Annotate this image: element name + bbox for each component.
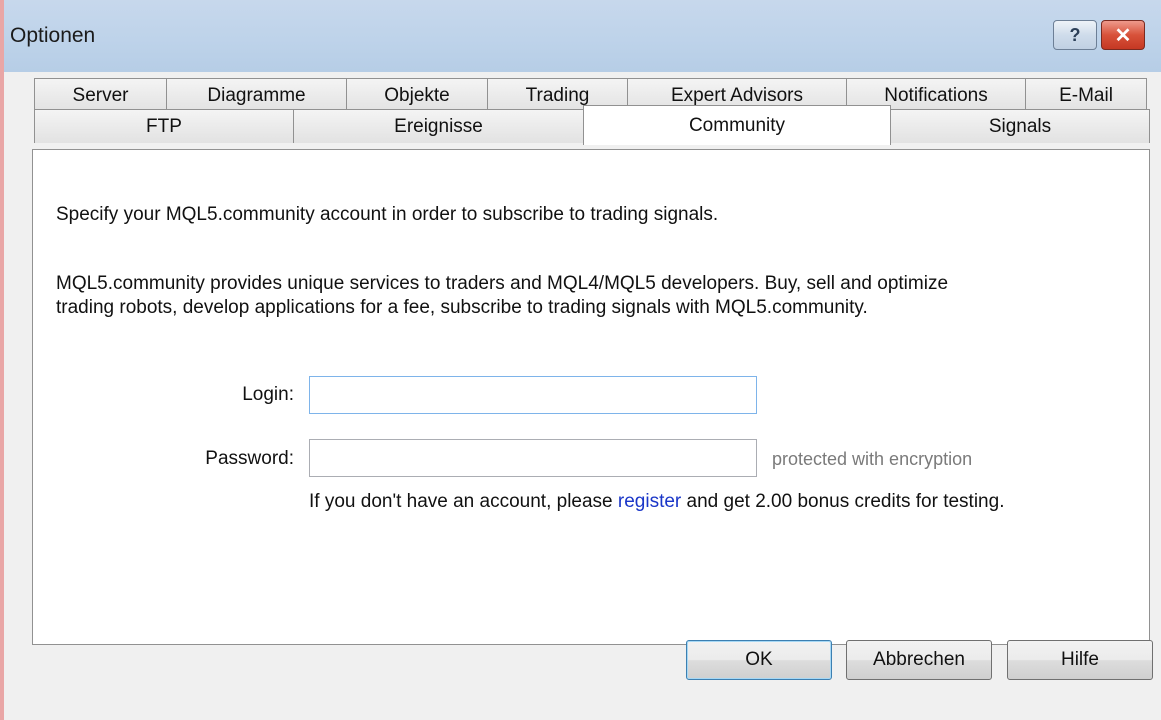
password-label: Password: — [205, 448, 294, 469]
tab-email[interactable]: E-Mail — [1025, 78, 1147, 112]
login-input[interactable] — [309, 376, 757, 414]
register-suffix: and get 2.00 bonus credits for testing. — [681, 491, 1005, 512]
close-button[interactable]: ✕ — [1101, 20, 1145, 50]
tab-server[interactable]: Server — [34, 78, 167, 112]
tab-row-2: FTP Ereignisse Community Signals — [34, 105, 1150, 145]
title-bar[interactable]: Optionen ? ✕ — [4, 0, 1161, 72]
register-prefix: If you don't have an account, please — [309, 491, 618, 512]
cancel-button[interactable]: Abbrechen — [846, 640, 992, 680]
login-label: Login: — [242, 384, 294, 405]
tab-objekte[interactable]: Objekte — [346, 78, 488, 112]
dialog-client-area: Server Diagramme Objekte Trading Expert … — [4, 72, 1161, 720]
help-title-button[interactable]: ? — [1053, 20, 1097, 50]
ok-button[interactable]: OK — [686, 640, 832, 680]
help-icon: ? — [1069, 24, 1081, 45]
tab-ftp[interactable]: FTP — [34, 109, 294, 143]
help-button[interactable]: Hilfe — [1007, 640, 1153, 680]
password-hint: protected with encryption — [772, 449, 973, 469]
password-input[interactable] — [309, 439, 757, 477]
window-title: Optionen — [10, 24, 96, 47]
description-line-2: trading robots, develop applications for… — [56, 297, 868, 318]
register-note: If you don't have an account, please reg… — [309, 489, 1069, 514]
tab-signals[interactable]: Signals — [890, 109, 1150, 143]
options-dialog: Optionen ? ✕ Server Diagramme Objekte Tr… — [0, 0, 1161, 720]
close-icon: ✕ — [1114, 24, 1132, 47]
tab-community[interactable]: Community — [583, 105, 891, 145]
intro-text: Specify your MQL5.community account in o… — [56, 204, 719, 225]
description-line-1: MQL5.community provides unique services … — [56, 273, 949, 294]
tab-ereignisse[interactable]: Ereignisse — [293, 109, 584, 143]
tab-diagramme[interactable]: Diagramme — [166, 78, 347, 112]
register-link[interactable]: register — [618, 491, 681, 512]
